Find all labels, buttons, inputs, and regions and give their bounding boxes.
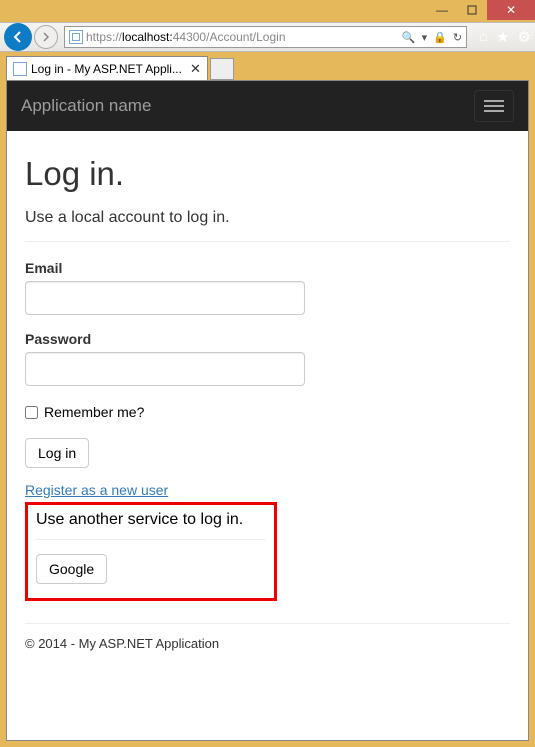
password-group: Password xyxy=(25,331,510,386)
page-title: Log in. xyxy=(25,155,510,193)
dropdown-icon[interactable]: ▾ xyxy=(422,31,428,44)
forward-button[interactable] xyxy=(34,25,58,49)
url-host: localhost: xyxy=(122,30,173,44)
home-icon[interactable]: ⌂ xyxy=(479,28,488,46)
favorites-icon[interactable]: ★ xyxy=(496,28,509,46)
back-button[interactable] xyxy=(4,23,32,51)
email-label: Email xyxy=(25,260,510,276)
email-group: Email xyxy=(25,260,510,315)
hamburger-bar-icon xyxy=(484,110,504,112)
external-login-highlight: Use another service to log in. Google xyxy=(25,502,277,601)
email-field[interactable] xyxy=(25,281,305,315)
refresh-icon[interactable]: ↻ xyxy=(453,31,462,44)
search-icon[interactable]: 🔍 xyxy=(402,31,416,44)
divider xyxy=(25,623,510,624)
app-navbar: Application name xyxy=(7,81,528,131)
register-link[interactable]: Register as a new user xyxy=(25,482,168,498)
close-window-button[interactable]: ✕ xyxy=(487,0,535,20)
minimize-button[interactable]: — xyxy=(427,0,457,20)
remember-row: Remember me? xyxy=(25,404,510,420)
login-button[interactable]: Log in xyxy=(25,438,89,468)
tab-bar: Log in - My ASP.NET Appli... ✕ xyxy=(0,52,535,80)
toolbar-icons: ⌂ ★ ⚙ xyxy=(479,28,531,46)
page-viewport: Application name Log in. Use a local acc… xyxy=(6,80,529,741)
hamburger-bar-icon xyxy=(484,105,504,107)
tab-close-icon[interactable]: ✕ xyxy=(190,61,201,77)
remember-label: Remember me? xyxy=(44,404,144,420)
url-text: https://localhost:44300/Account/Login xyxy=(86,30,399,44)
hamburger-button[interactable] xyxy=(474,90,514,122)
url-path: 44300/Account/Login xyxy=(173,30,286,44)
brand-link[interactable]: Application name xyxy=(21,96,151,116)
google-login-button[interactable]: Google xyxy=(36,554,107,584)
settings-icon[interactable]: ⚙ xyxy=(518,28,531,46)
maximize-button[interactable] xyxy=(457,0,487,20)
tab-favicon xyxy=(13,62,27,76)
address-tools: 🔍 ▾ 🔒 ↻ xyxy=(402,31,462,44)
new-tab-button[interactable] xyxy=(210,58,234,80)
divider xyxy=(36,539,266,540)
tab-title: Log in - My ASP.NET Appli... xyxy=(31,62,182,76)
titlebar: — ✕ xyxy=(0,0,535,22)
external-login-head: Use another service to log in. xyxy=(36,511,266,529)
footer-text: © 2014 - My ASP.NET Application xyxy=(25,636,510,651)
remember-checkbox[interactable] xyxy=(25,406,38,419)
password-field[interactable] xyxy=(25,352,305,386)
divider xyxy=(25,241,510,242)
browser-toolbar: https://localhost:44300/Account/Login 🔍 … xyxy=(0,22,535,52)
hamburger-bar-icon xyxy=(484,100,504,102)
password-label: Password xyxy=(25,331,510,347)
lock-icon: 🔒 xyxy=(433,31,447,44)
browser-tab[interactable]: Log in - My ASP.NET Appli... ✕ xyxy=(6,56,208,80)
page-content: Log in. Use a local account to log in. E… xyxy=(7,131,528,740)
browser-window: — ✕ https://localhost:44300/Account/Logi… xyxy=(0,0,535,747)
page-subhead: Use a local account to log in. xyxy=(25,209,510,227)
address-bar[interactable]: https://localhost:44300/Account/Login 🔍 … xyxy=(64,26,467,48)
url-scheme: https:// xyxy=(86,30,122,44)
page-icon xyxy=(69,30,83,44)
